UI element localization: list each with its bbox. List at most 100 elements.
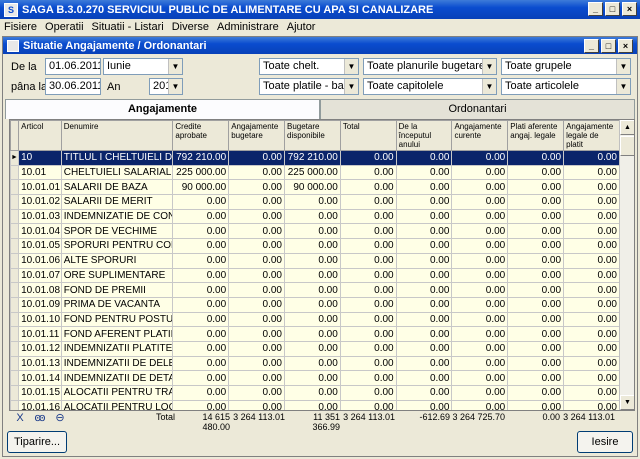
cell-value[interactable]: 0.00: [228, 252, 285, 269]
date-from-field[interactable]: 01.06.2011: [45, 58, 101, 75]
cell-value[interactable]: 0.00: [563, 252, 620, 269]
cell-value[interactable]: 0.00: [507, 164, 565, 181]
cell-articol[interactable]: 10.01.02: [18, 194, 62, 210]
chevron-down-icon[interactable]: ▼: [344, 79, 358, 94]
cell-value[interactable]: 0.00: [507, 311, 565, 328]
chevron-down-icon[interactable]: ▼: [168, 79, 182, 94]
cell-value[interactable]: 0.00: [228, 370, 285, 386]
cell-value[interactable]: 0.00: [563, 194, 620, 210]
cell-value[interactable]: 0.00: [395, 252, 453, 269]
cell-value[interactable]: 0.00: [172, 267, 230, 284]
cell-value[interactable]: 0.00: [228, 150, 285, 166]
cell-value[interactable]: 0.00: [563, 296, 620, 313]
table-row[interactable]: 10.01.06 ALTE SPORURI 0.00 0.00 0.00 0.00 0.00…: [10, 252, 620, 269]
cell-value[interactable]: 0.00: [395, 355, 453, 372]
cell-value[interactable]: 0.00: [451, 282, 509, 298]
scroll-up-icon[interactable]: ▲: [620, 120, 634, 135]
cell-value[interactable]: 0.00: [284, 355, 341, 372]
cell-value[interactable]: 0.00: [451, 150, 509, 166]
cell-value[interactable]: 0.00: [395, 208, 453, 225]
cell-value[interactable]: 0.00: [284, 223, 341, 240]
window-minimize-button[interactable]: _: [584, 39, 599, 53]
table-row[interactable]: 10.01.01 SALARII DE BAZA 90 000.00 0.00 90 0…: [10, 179, 620, 196]
cell-articol[interactable]: 10.01.07: [18, 267, 62, 284]
cell-value[interactable]: 0.00: [284, 194, 341, 210]
cell-value[interactable]: 0.00: [284, 340, 341, 357]
cell-value[interactable]: 0.00: [395, 370, 453, 386]
table-row[interactable]: 10.01.02 SALARII DE MERIT 0.00 0.00 0.00 0.00…: [10, 194, 620, 210]
cell-value[interactable]: 0.00: [284, 399, 341, 410]
cell-value[interactable]: 0.00: [284, 208, 341, 225]
cell-value[interactable]: 0.00: [563, 179, 620, 196]
cell-value[interactable]: 0.00: [451, 267, 509, 284]
table-row[interactable]: 10.01.12INDEMNIZATII PLATITE UNOR0.000.0…: [10, 340, 620, 357]
cell-value[interactable]: 0.00: [507, 267, 565, 284]
chevron-down-icon[interactable]: ▼: [482, 59, 496, 74]
articole-select[interactable]: Toate articolele ▼: [501, 78, 631, 95]
cell-value[interactable]: 0.00: [284, 385, 341, 401]
chevron-down-icon[interactable]: ▼: [616, 59, 630, 74]
cell-value[interactable]: 0.00: [395, 150, 453, 166]
cell-value[interactable]: 0.00: [507, 208, 565, 225]
cell-denumire[interactable]: PRIMA DE VACANTA: [60, 296, 174, 313]
col-header[interactable]: Bugetare disponibile: [284, 120, 341, 151]
col-header[interactable]: Plati aferente angaj. legale: [507, 120, 565, 151]
cell-value[interactable]: 0.00: [339, 208, 397, 225]
cell-value[interactable]: 0.00: [563, 223, 620, 240]
cell-value[interactable]: 0.00: [507, 150, 565, 166]
exit-button[interactable]: Iesire: [577, 431, 633, 453]
cell-value[interactable]: 0.00: [339, 370, 397, 386]
cell-value[interactable]: 0.00: [563, 282, 620, 298]
cell-value[interactable]: 0.00: [228, 385, 285, 401]
cell-value[interactable]: 0.00: [395, 223, 453, 240]
minimize-button[interactable]: _: [588, 2, 603, 16]
cell-value[interactable]: 0.00: [172, 296, 230, 313]
cell-value[interactable]: 0.00: [395, 399, 453, 410]
planuri-select[interactable]: Toate planurile bugetare ▼: [363, 58, 497, 75]
cell-value[interactable]: 0.00: [507, 179, 565, 196]
table-row[interactable]: 10.01.14INDEMNIZATII DE DETASARE0.000.00…: [10, 370, 620, 386]
cell-articol[interactable]: 10.01.11: [18, 326, 62, 342]
table-row[interactable]: ►10TITLUL I CHELTUIELI DE PERS792 210.00…: [10, 150, 620, 166]
cell-denumire[interactable]: INDEMNIZATII DE DETASARE: [60, 370, 174, 386]
cell-value[interactable]: 0.00: [172, 311, 230, 328]
table-row[interactable]: 10.01.07 ORE SUPLIMENTARE 0.00 0.00 0.00 0.00…: [10, 267, 620, 284]
cell-value[interactable]: 0.00: [228, 296, 285, 313]
cell-value[interactable]: 0.00: [228, 238, 285, 254]
cell-value[interactable]: 0.00: [339, 267, 397, 284]
cell-value[interactable]: 0.00: [339, 179, 397, 196]
cell-value[interactable]: 0.00: [563, 311, 620, 328]
table-row[interactable]: 10.01.16ALOCATII PENTRU LOCUINTI0.000.00…: [10, 399, 620, 410]
cell-value[interactable]: 0.00: [339, 252, 397, 269]
cell-articol[interactable]: 10.01.09: [18, 296, 62, 313]
excel-export-icon[interactable]: X: [13, 412, 27, 424]
year-select[interactable]: 2011 ▼: [149, 78, 183, 95]
cell-value[interactable]: 0.00: [563, 164, 620, 181]
cell-value[interactable]: 0.00: [507, 252, 565, 269]
table-row[interactable]: 10.01.10FOND PENTRU POSTURI OCU0.000.000…: [10, 311, 620, 328]
cell-value[interactable]: 0.00: [507, 370, 565, 386]
binoculars-icon[interactable]: ꙭ: [33, 412, 47, 424]
cell-value[interactable]: 0.00: [284, 267, 341, 284]
cell-value[interactable]: 0.00: [172, 223, 230, 240]
tab-ordonantari[interactable]: Ordonantari: [320, 99, 635, 119]
cell-denumire[interactable]: ALOCATII PENTRU LOCUINTI: [60, 399, 174, 410]
date-to-field[interactable]: 30.06.2011: [45, 78, 101, 95]
cell-value[interactable]: 0.00: [284, 296, 341, 313]
tab-angajamente[interactable]: Angajamente: [5, 99, 320, 119]
cell-value[interactable]: 0.00: [172, 370, 230, 386]
cell-value[interactable]: 792 210.00: [284, 150, 341, 166]
col-header[interactable]: Angajamente bugetare: [228, 120, 285, 151]
cell-value[interactable]: 0.00: [284, 370, 341, 386]
cell-value[interactable]: 0.00: [228, 223, 285, 240]
cell-value[interactable]: 0.00: [395, 194, 453, 210]
cell-value[interactable]: 0.00: [228, 282, 285, 298]
cell-value[interactable]: 0.00: [395, 282, 453, 298]
cell-value[interactable]: 90 000.00: [172, 179, 230, 196]
cell-value[interactable]: 0.00: [563, 326, 620, 342]
cell-articol[interactable]: 10.01.13: [18, 355, 62, 372]
chevron-down-icon[interactable]: ▼: [344, 59, 358, 74]
col-header[interactable]: De la începutul anului: [395, 120, 453, 151]
col-header[interactable]: Angajamente legale de platit: [563, 120, 620, 151]
cell-value[interactable]: 0.00: [339, 296, 397, 313]
